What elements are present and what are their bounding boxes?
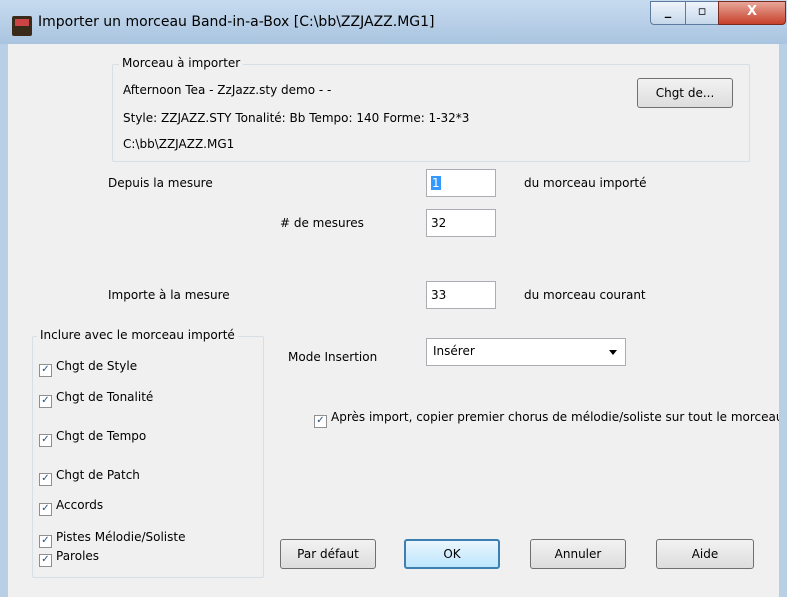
window-title: Importer un morceau Band-in-a-Box [C:\bb… (38, 14, 435, 30)
include-chords-label: Accords (56, 498, 104, 512)
num-measures-label: # de mesures (280, 216, 364, 230)
from-measure-suffix: du morceau importé (524, 176, 647, 190)
source-song-path: C:\bb\ZZJAZZ.MG1 (123, 137, 235, 151)
include-options-group: Inclure avec le morceau importé ✓ Chgt de… (32, 328, 264, 578)
checkbox-check-icon: ✓ (39, 503, 52, 516)
include-key-change-checkbox[interactable]: ✓ Chgt de Tonalité (39, 390, 153, 408)
include-style-change-label: Chgt de Style (56, 359, 138, 373)
num-measures-input[interactable]: 32 (426, 209, 496, 237)
maximize-button[interactable]: ▫ (685, 1, 719, 25)
source-song-name: Afternoon Tea - ZzJazz.sty demo - - (123, 83, 332, 97)
source-song-group: Morceau à importer Afternoon Tea - ZzJaz… (112, 56, 750, 162)
include-patch-change-checkbox[interactable]: ✓ Chgt de Patch (39, 468, 140, 486)
include-lyrics-label: Paroles (56, 549, 100, 563)
minimize-icon: _ (664, 4, 672, 19)
dialog-client-area: Morceau à importer Afternoon Tea - ZzJaz… (8, 44, 779, 597)
from-measure-label: Depuis la mesure (108, 176, 213, 190)
copy-first-chorus-label: Après import, copier premier chorus de m… (331, 410, 779, 424)
ok-button[interactable]: OK (404, 539, 500, 569)
insert-mode-label: Mode Insertion (288, 350, 378, 364)
minimize-button[interactable]: _ (650, 1, 686, 25)
checkbox-check-icon: ✓ (314, 415, 327, 428)
checkbox-check-icon: ✓ (39, 364, 52, 377)
import-at-suffix: du morceau courant (524, 288, 646, 302)
source-song-group-label: Morceau à importer (119, 56, 244, 70)
import-at-input[interactable]: 33 (426, 281, 496, 309)
from-measure-input[interactable]: 1 (426, 169, 496, 197)
checkbox-check-icon: ✓ (39, 554, 52, 567)
from-measure-value: 1 (431, 176, 441, 190)
band-in-a-box-app-icon (12, 16, 32, 36)
include-options-group-label: Inclure avec le morceau importé (37, 328, 238, 342)
include-chords-checkbox[interactable]: ✓ Accords (39, 498, 103, 516)
chevron-down-icon (609, 350, 617, 355)
close-icon: X (746, 4, 758, 19)
default-button[interactable]: Par défaut (280, 539, 376, 569)
include-melody-soloist-tracks-checkbox[interactable]: ✓ Pistes Mélodie/Soliste (39, 530, 185, 548)
checkbox-check-icon: ✓ (39, 395, 52, 408)
checkbox-check-icon: ✓ (39, 473, 52, 486)
include-lyrics-checkbox[interactable]: ✓ Paroles (39, 549, 99, 567)
change-song-button[interactable]: Chgt de... (637, 78, 733, 108)
include-key-change-label: Chgt de Tonalité (56, 390, 154, 404)
insert-mode-select[interactable]: Insérer (426, 338, 626, 366)
close-button[interactable]: X (718, 1, 786, 25)
checkbox-check-icon: ✓ (39, 535, 52, 548)
include-melody-soloist-label: Pistes Mélodie/Soliste (56, 530, 186, 544)
checkbox-check-icon: ✓ (39, 434, 52, 447)
include-tempo-change-checkbox[interactable]: ✓ Chgt de Tempo (39, 429, 146, 447)
help-button[interactable]: Aide (656, 539, 754, 569)
title-bar[interactable]: Importer un morceau Band-in-a-Box [C:\bb… (0, 0, 787, 44)
source-song-info: Style: ZZJAZZ.STY Tonalité: Bb Tempo: 14… (123, 111, 470, 125)
import-at-label: Importe à la mesure (108, 288, 230, 302)
maximize-icon: ▫ (697, 4, 707, 19)
insert-mode-value: Insérer (433, 344, 475, 358)
include-patch-change-label: Chgt de Patch (56, 468, 140, 482)
copy-first-chorus-checkbox[interactable]: ✓ Après import, copier premier chorus de … (314, 410, 779, 428)
import-dialog-window: Importer un morceau Band-in-a-Box [C:\bb… (0, 0, 787, 597)
include-tempo-change-label: Chgt de Tempo (56, 429, 147, 443)
include-style-change-checkbox[interactable]: ✓ Chgt de Style (39, 359, 137, 377)
cancel-button[interactable]: Annuler (530, 539, 626, 569)
